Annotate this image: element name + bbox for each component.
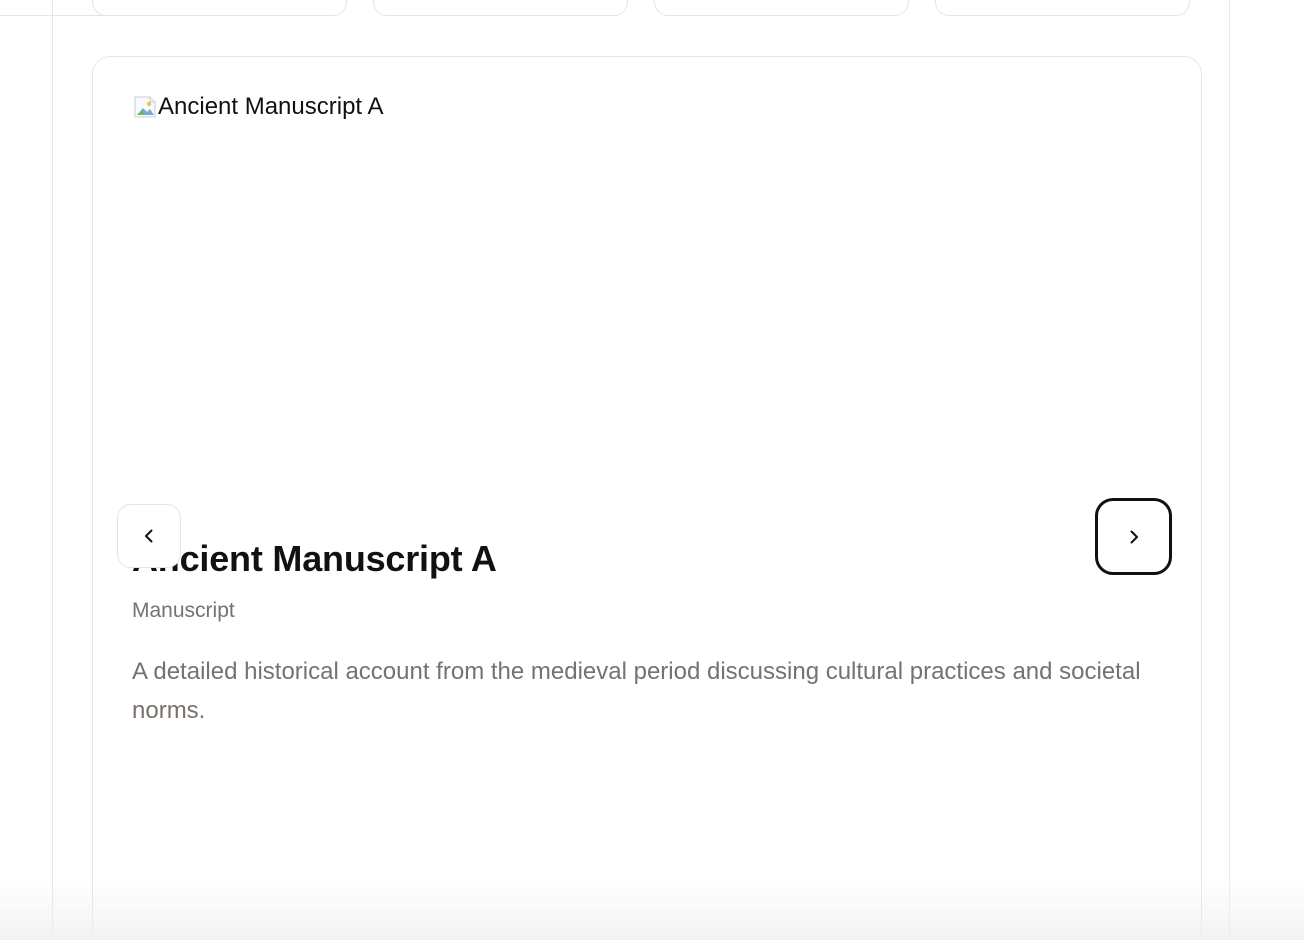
page-viewport: Ancient Manuscript A Ancient Manuscript … (0, 0, 1304, 940)
page-left-divider (52, 0, 53, 940)
manuscript-description: A detailed historical account from the m… (132, 658, 1141, 724)
previous-card-4[interactable] (935, 0, 1190, 16)
manuscript-title: Ancient Manuscript A (132, 538, 497, 579)
broken-image-icon (134, 96, 156, 118)
manuscript-image: Ancient Manuscript A (132, 95, 383, 121)
manuscript-category: Manuscript (132, 599, 235, 622)
chevron-left-icon (145, 529, 153, 543)
previous-slide-button[interactable] (117, 504, 181, 568)
chevron-right-icon (1130, 530, 1138, 543)
card-right-fade (1161, 57, 1201, 940)
previous-card-1[interactable] (92, 0, 347, 16)
previous-card-3[interactable] (654, 0, 909, 16)
manuscript-card: Ancient Manuscript A Ancient Manuscript … (92, 56, 1202, 940)
previous-card-2[interactable] (373, 0, 628, 16)
next-slide-button[interactable] (1095, 498, 1172, 575)
image-alt-text: Ancient Manuscript A (158, 93, 384, 120)
page-right-divider (1229, 0, 1230, 940)
